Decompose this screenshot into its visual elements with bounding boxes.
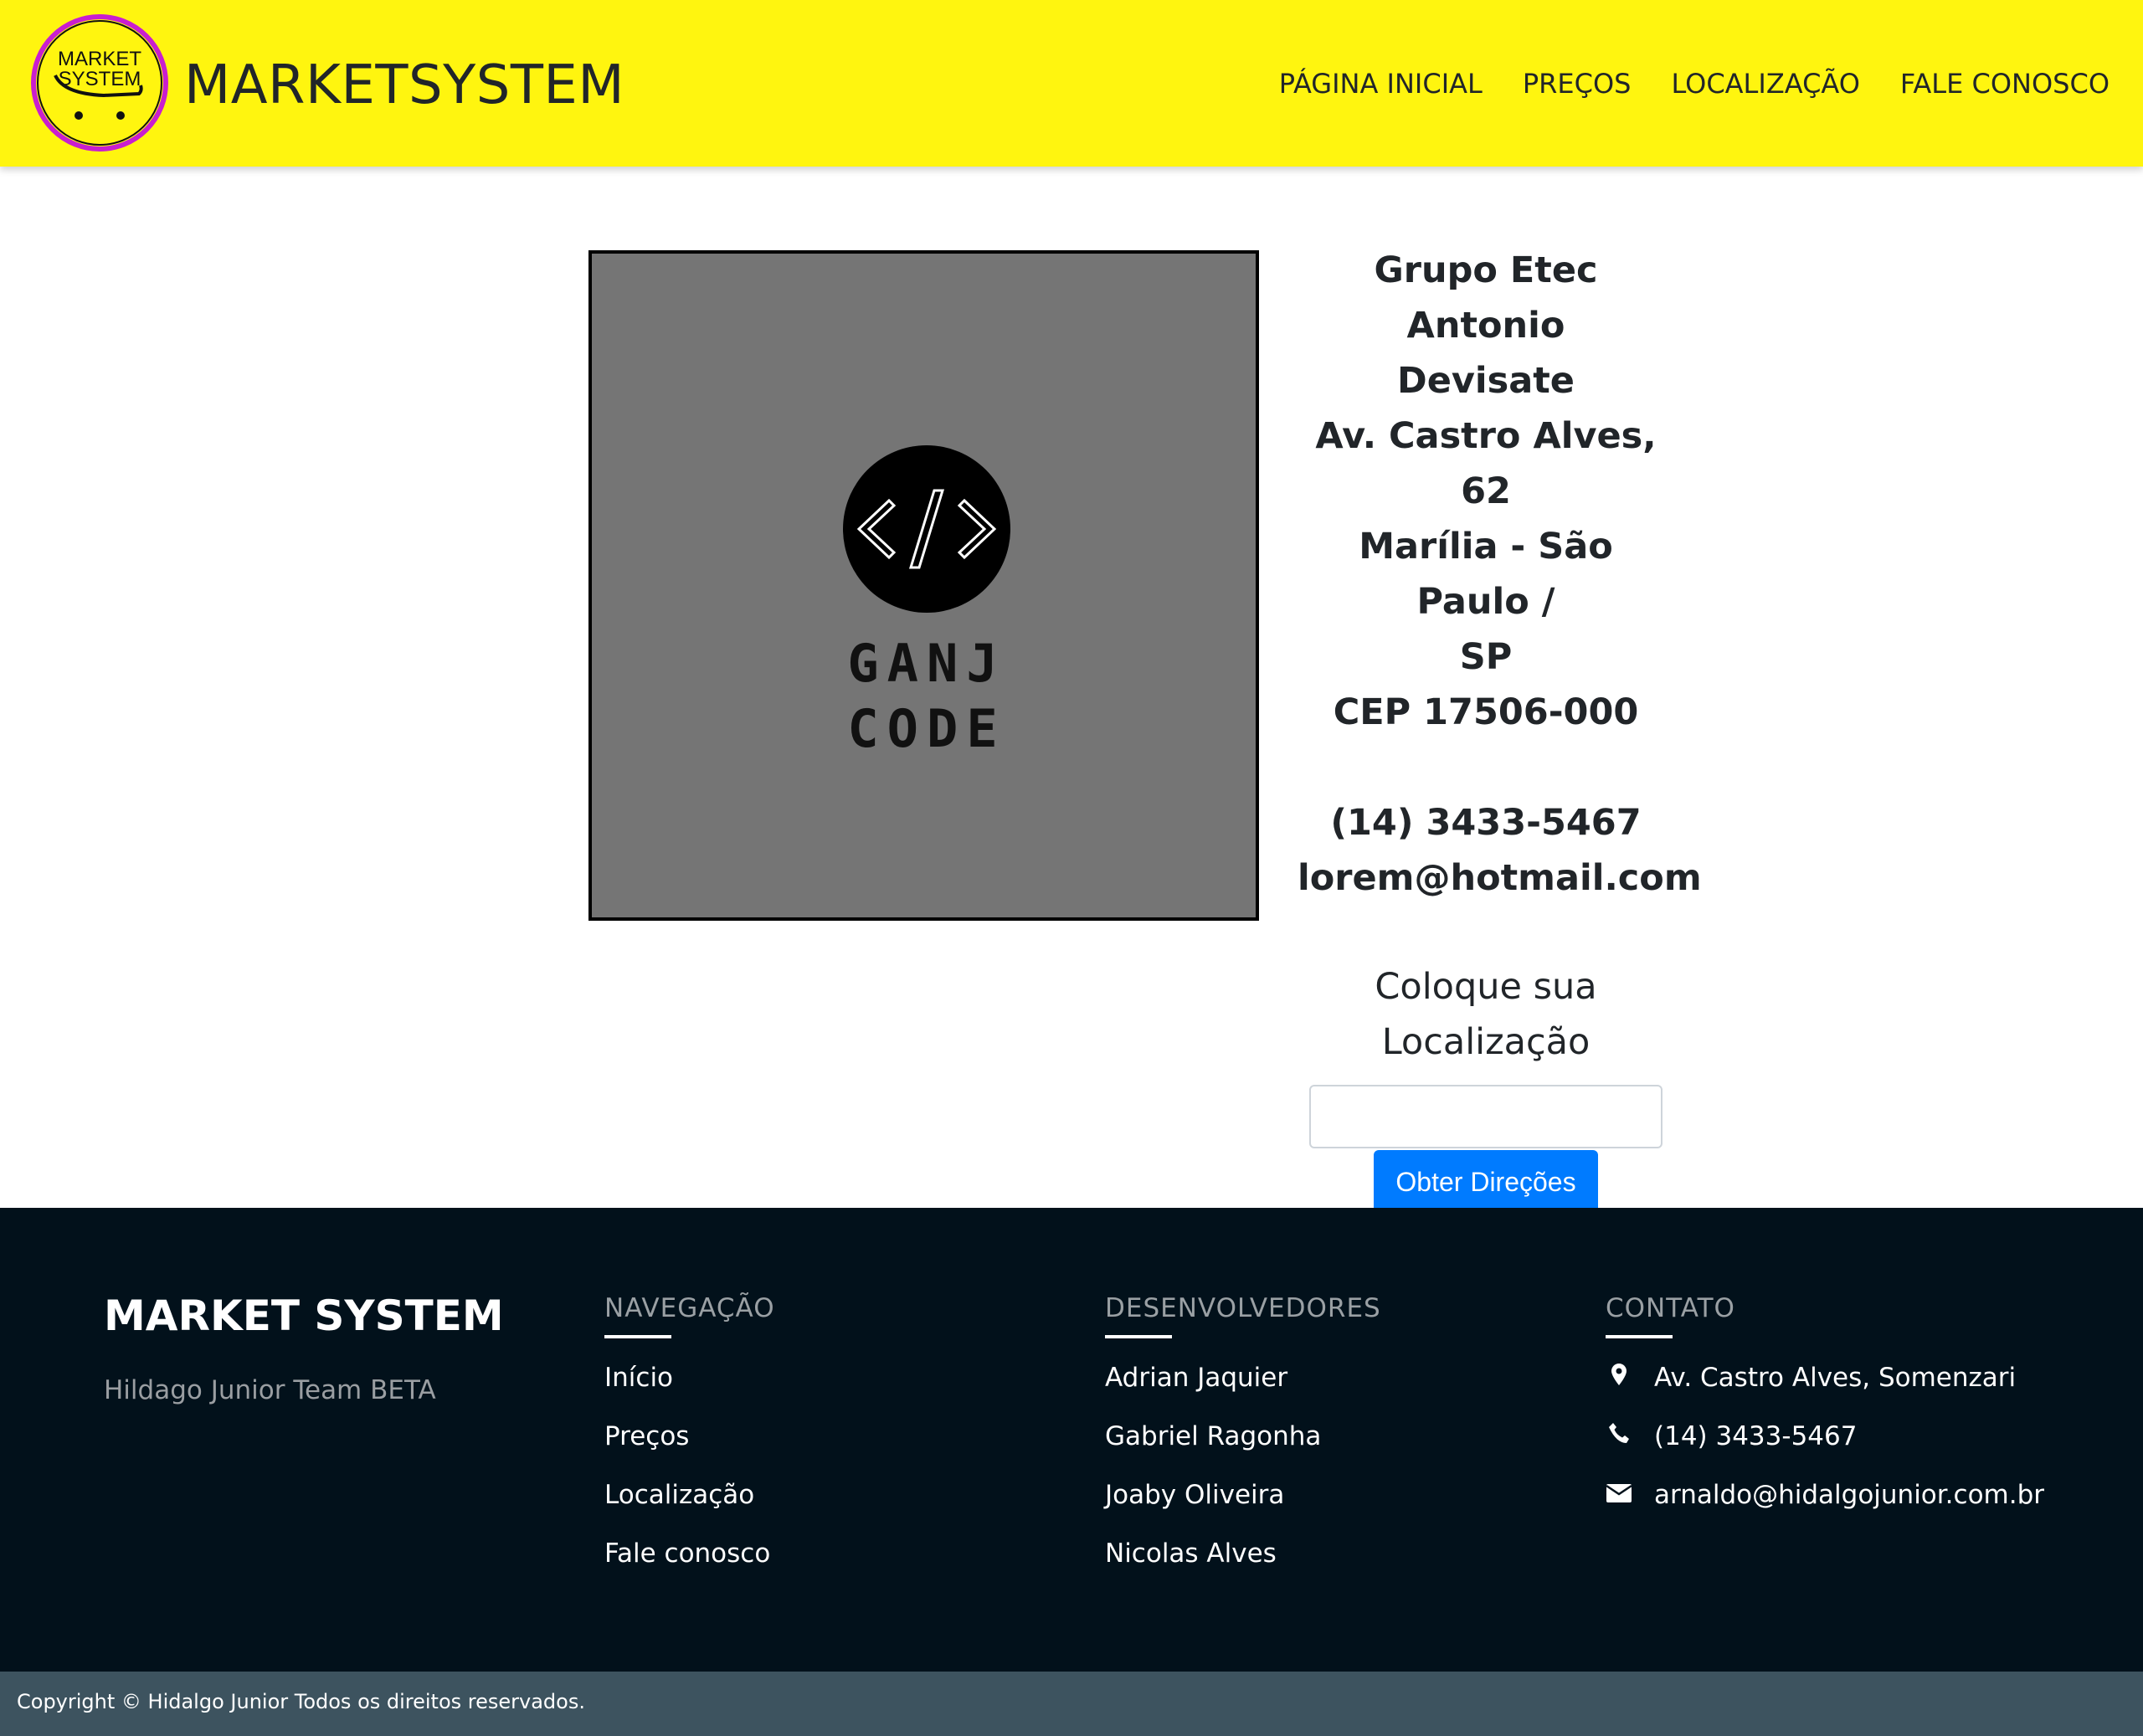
address-line: CEP 17506-000: [1333, 691, 1639, 733]
nav-contact[interactable]: FALE CONOSCO: [1900, 65, 2110, 102]
contact-address: Av. Castro Alves, Somenzari: [1606, 1348, 2044, 1407]
contact-email-text[interactable]: arnaldo@hidalgojunior.com.br: [1654, 1466, 2044, 1524]
developer-name: Joaby Oliveira: [1105, 1480, 1285, 1510]
nav-location[interactable]: LOCALIZAÇÃO: [1671, 65, 1859, 102]
contact-phone-text: (14) 3433-5467: [1654, 1421, 1858, 1451]
heading-underline: [604, 1335, 671, 1338]
address-line: Marília - São Paulo /: [1359, 526, 1613, 623]
footer-link-contact[interactable]: Fale conosco: [604, 1524, 775, 1583]
email-address[interactable]: lorem@hotmail.com: [1298, 850, 1702, 906]
location-label-line2: Localização: [1381, 1021, 1591, 1063]
main-nav: PÁGINA INICIAL PREÇOS LOCALIZAÇÃO FALE C…: [1279, 65, 2110, 102]
copyright-bar: Copyright © Hidalgo Junior Todos os dire…: [0, 1672, 2143, 1736]
footer-dev-heading: DESENVOLVEDORES: [1105, 1293, 1381, 1323]
site-footer: MARKET SYSTEM Hildago Junior Team BETA N…: [0, 1208, 2143, 1672]
location-input[interactable]: [1309, 1085, 1662, 1148]
footer-link-home[interactable]: Início: [604, 1348, 775, 1407]
address-line: Grupo Etec Antonio: [1374, 249, 1598, 347]
phone-icon: [1606, 1407, 1632, 1466]
location-label: Coloque sua Localização: [1298, 959, 1674, 1070]
nav-prices[interactable]: PREÇOS: [1523, 65, 1632, 102]
copyright-text: Copyright © Hidalgo Junior Todos os dire…: [17, 1690, 585, 1713]
address-line: Devisate: [1397, 360, 1575, 402]
location-label-line1: Coloque sua: [1375, 966, 1597, 1008]
phone-number: (14) 3433-5467: [1330, 802, 1642, 844]
heading-underline: [1105, 1335, 1172, 1338]
footer-developers: DESENVOLVEDORES Adrian Jaquier Gabriel R…: [1105, 1293, 1381, 1583]
site-logo[interactable]: MARKET SYSTEM: [30, 13, 169, 152]
footer-link-prices[interactable]: Preços: [604, 1407, 775, 1466]
address-panel: Grupo Etec Antonio Devisate Av. Castro A…: [1298, 243, 1702, 1214]
logo-text-system: SYSTEM: [59, 68, 141, 90]
footer-contact-heading: CONTATO: [1606, 1293, 1735, 1323]
brand-title[interactable]: MARKETSYSTEM: [184, 52, 624, 119]
footer-subtitle: Hildago Junior Team BETA: [104, 1375, 436, 1405]
footer-nav-heading: NAVEGAÇÃO: [604, 1293, 775, 1323]
site-header: MARKET SYSTEM MARKETSYSTEM PÁGINA INICIA…: [0, 0, 2143, 167]
footer-link-location[interactable]: Localização: [604, 1466, 775, 1524]
nav-home[interactable]: PÁGINA INICIAL: [1279, 65, 1483, 102]
contact-phone: (14) 3433-5467: [1606, 1407, 2044, 1466]
developer-name: Nicolas Alves: [1105, 1538, 1277, 1569]
logo-text-market: MARKET: [58, 48, 141, 70]
ganj-code-logo: GANJ CODE: [840, 445, 1013, 755]
heading-underline: [1606, 1335, 1673, 1338]
developer-name: Gabriel Ragonha: [1105, 1421, 1322, 1451]
code-text: CODE: [847, 698, 1005, 755]
get-directions-button[interactable]: Obter Direções: [1374, 1150, 1598, 1214]
contact-email: arnaldo@hidalgojunior.com.br: [1606, 1466, 2044, 1524]
location-image: GANJ CODE: [588, 250, 1259, 921]
envelope-icon: [1606, 1466, 1632, 1524]
ganj-text: GANJ: [847, 633, 1005, 694]
contact-address-text: Av. Castro Alves, Somenzari: [1654, 1363, 2017, 1393]
address-line: Av. Castro Alves, 62: [1315, 415, 1657, 512]
footer-contact: CONTATO Av. Castro Alves, Somenzari (14)…: [1606, 1293, 2044, 1524]
map-marker-icon: [1606, 1348, 1632, 1407]
address-line: SP: [1459, 636, 1513, 678]
developer-name: Adrian Jaquier: [1105, 1363, 1288, 1393]
footer-navigation: NAVEGAÇÃO Início Preços Localização Fale…: [604, 1293, 775, 1583]
cart-logo-icon: MARKET SYSTEM: [31, 14, 168, 152]
address-block: Grupo Etec Antonio Devisate Av. Castro A…: [1298, 243, 1702, 906]
footer-title: MARKET SYSTEM: [104, 1292, 504, 1340]
